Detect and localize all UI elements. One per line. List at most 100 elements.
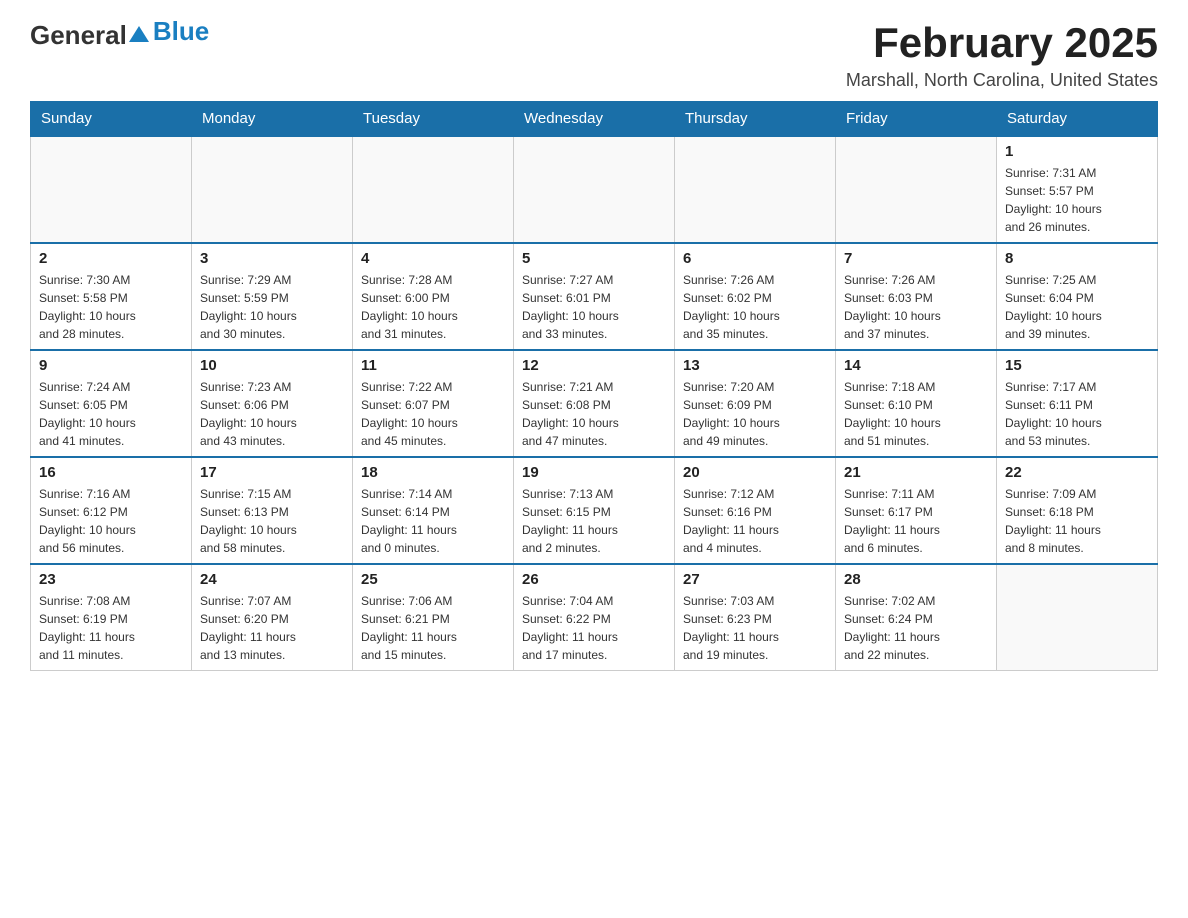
- day-info: Sunrise: 7:27 AM Sunset: 6:01 PM Dayligh…: [522, 271, 666, 343]
- day-info: Sunrise: 7:11 AM Sunset: 6:17 PM Dayligh…: [844, 485, 988, 557]
- calendar-header-row: SundayMondayTuesdayWednesdayThursdayFrid…: [31, 102, 1158, 137]
- day-number: 14: [844, 357, 988, 374]
- title-area: February 2025 Marshall, North Carolina, …: [846, 20, 1158, 91]
- day-info: Sunrise: 7:26 AM Sunset: 6:02 PM Dayligh…: [683, 271, 827, 343]
- day-number: 26: [522, 571, 666, 588]
- day-number: 16: [39, 464, 183, 481]
- calendar-cell: 26 Sunrise: 7:04 AM Sunset: 6:22 PM Dayli…: [514, 564, 675, 671]
- day-number: 10: [200, 357, 344, 374]
- day-number: 17: [200, 464, 344, 481]
- logo: General Blue: [30, 20, 209, 51]
- logo-blue-text: Blue: [153, 16, 209, 47]
- day-number: 7: [844, 250, 988, 267]
- calendar-cell: 5 Sunrise: 7:27 AM Sunset: 6:01 PM Daylig…: [514, 243, 675, 350]
- day-info: Sunrise: 7:18 AM Sunset: 6:10 PM Dayligh…: [844, 378, 988, 450]
- day-number: 23: [39, 571, 183, 588]
- day-info: Sunrise: 7:08 AM Sunset: 6:19 PM Dayligh…: [39, 592, 183, 664]
- day-info: Sunrise: 7:07 AM Sunset: 6:20 PM Dayligh…: [200, 592, 344, 664]
- calendar-cell: 19 Sunrise: 7:13 AM Sunset: 6:15 PM Dayli…: [514, 457, 675, 564]
- day-info: Sunrise: 7:31 AM Sunset: 5:57 PM Dayligh…: [1005, 164, 1149, 236]
- calendar-cell: 2Sunrise: 7:30 AM Sunset: 5:58 PM Daylig…: [31, 243, 192, 350]
- week-row-3: 9Sunrise: 7:24 AM Sunset: 6:05 PM Daylig…: [31, 350, 1158, 457]
- week-row-5: 23 Sunrise: 7:08 AM Sunset: 6:19 PM Dayli…: [31, 564, 1158, 671]
- calendar-cell: 20 Sunrise: 7:12 AM Sunset: 6:16 PM Dayli…: [675, 457, 836, 564]
- calendar-cell: 17Sunrise: 7:15 AM Sunset: 6:13 PM Dayli…: [192, 457, 353, 564]
- calendar-cell: 3 Sunrise: 7:29 AM Sunset: 5:59 PM Daylig…: [192, 243, 353, 350]
- calendar-cell: 25Sunrise: 7:06 AM Sunset: 6:21 PM Dayli…: [353, 564, 514, 671]
- logo-triangle-icon: [129, 24, 149, 44]
- day-info: Sunrise: 7:14 AM Sunset: 6:14 PM Dayligh…: [361, 485, 505, 557]
- calendar-cell: 6 Sunrise: 7:26 AM Sunset: 6:02 PM Daylig…: [675, 243, 836, 350]
- day-header-sunday: Sunday: [31, 102, 192, 137]
- day-number: 13: [683, 357, 827, 374]
- day-info: Sunrise: 7:24 AM Sunset: 6:05 PM Dayligh…: [39, 378, 183, 450]
- calendar-cell: 28Sunrise: 7:02 AM Sunset: 6:24 PM Dayli…: [836, 564, 997, 671]
- calendar-cell: [192, 136, 353, 243]
- day-number: 5: [522, 250, 666, 267]
- calendar-cell: 24 Sunrise: 7:07 AM Sunset: 6:20 PM Dayli…: [192, 564, 353, 671]
- day-info: Sunrise: 7:20 AM Sunset: 6:09 PM Dayligh…: [683, 378, 827, 450]
- day-info: Sunrise: 7:28 AM Sunset: 6:00 PM Dayligh…: [361, 271, 505, 343]
- day-number: 12: [522, 357, 666, 374]
- calendar-cell: 13 Sunrise: 7:20 AM Sunset: 6:09 PM Dayli…: [675, 350, 836, 457]
- calendar-cell: 27 Sunrise: 7:03 AM Sunset: 6:23 PM Dayli…: [675, 564, 836, 671]
- day-number: 11: [361, 357, 505, 374]
- calendar-cell: 11 Sunrise: 7:22 AM Sunset: 6:07 PM Dayli…: [353, 350, 514, 457]
- day-info: Sunrise: 7:29 AM Sunset: 5:59 PM Dayligh…: [200, 271, 344, 343]
- calendar-cell: 15Sunrise: 7:17 AM Sunset: 6:11 PM Dayli…: [997, 350, 1158, 457]
- day-number: 21: [844, 464, 988, 481]
- day-info: Sunrise: 7:26 AM Sunset: 6:03 PM Dayligh…: [844, 271, 988, 343]
- calendar-cell: 12 Sunrise: 7:21 AM Sunset: 6:08 PM Dayli…: [514, 350, 675, 457]
- calendar-cell: [31, 136, 192, 243]
- day-header-monday: Monday: [192, 102, 353, 137]
- calendar-cell: 22 Sunrise: 7:09 AM Sunset: 6:18 PM Dayli…: [997, 457, 1158, 564]
- calendar-cell: [514, 136, 675, 243]
- day-info: Sunrise: 7:17 AM Sunset: 6:11 PM Dayligh…: [1005, 378, 1149, 450]
- day-number: 25: [361, 571, 505, 588]
- calendar-table: SundayMondayTuesdayWednesdayThursdayFrid…: [30, 101, 1158, 671]
- day-header-wednesday: Wednesday: [514, 102, 675, 137]
- day-header-thursday: Thursday: [675, 102, 836, 137]
- day-number: 2: [39, 250, 183, 267]
- day-number: 18: [361, 464, 505, 481]
- week-row-1: 1Sunrise: 7:31 AM Sunset: 5:57 PM Daylig…: [31, 136, 1158, 243]
- month-title: February 2025: [846, 20, 1158, 66]
- day-number: 4: [361, 250, 505, 267]
- calendar-cell: 21 Sunrise: 7:11 AM Sunset: 6:17 PM Dayli…: [836, 457, 997, 564]
- day-number: 24: [200, 571, 344, 588]
- calendar-cell: 23 Sunrise: 7:08 AM Sunset: 6:19 PM Dayli…: [31, 564, 192, 671]
- day-header-friday: Friday: [836, 102, 997, 137]
- logo-general-text: General: [30, 20, 127, 51]
- day-info: Sunrise: 7:16 AM Sunset: 6:12 PM Dayligh…: [39, 485, 183, 557]
- day-info: Sunrise: 7:23 AM Sunset: 6:06 PM Dayligh…: [200, 378, 344, 450]
- calendar-cell: 9Sunrise: 7:24 AM Sunset: 6:05 PM Daylig…: [31, 350, 192, 457]
- day-info: Sunrise: 7:02 AM Sunset: 6:24 PM Dayligh…: [844, 592, 988, 664]
- calendar-cell: 4 Sunrise: 7:28 AM Sunset: 6:00 PM Daylig…: [353, 243, 514, 350]
- day-info: Sunrise: 7:09 AM Sunset: 6:18 PM Dayligh…: [1005, 485, 1149, 557]
- page-header: General Blue February 2025 Marshall, Nor…: [30, 20, 1158, 91]
- day-info: Sunrise: 7:04 AM Sunset: 6:22 PM Dayligh…: [522, 592, 666, 664]
- day-number: 27: [683, 571, 827, 588]
- calendar-cell: 7 Sunrise: 7:26 AM Sunset: 6:03 PM Daylig…: [836, 243, 997, 350]
- calendar-cell: 10 Sunrise: 7:23 AM Sunset: 6:06 PM Dayli…: [192, 350, 353, 457]
- calendar-cell: [997, 564, 1158, 671]
- day-info: Sunrise: 7:13 AM Sunset: 6:15 PM Dayligh…: [522, 485, 666, 557]
- calendar-cell: [675, 136, 836, 243]
- day-info: Sunrise: 7:25 AM Sunset: 6:04 PM Dayligh…: [1005, 271, 1149, 343]
- day-info: Sunrise: 7:03 AM Sunset: 6:23 PM Dayligh…: [683, 592, 827, 664]
- day-header-tuesday: Tuesday: [353, 102, 514, 137]
- day-number: 22: [1005, 464, 1149, 481]
- day-header-saturday: Saturday: [997, 102, 1158, 137]
- day-number: 8: [1005, 250, 1149, 267]
- day-number: 6: [683, 250, 827, 267]
- day-number: 3: [200, 250, 344, 267]
- day-number: 19: [522, 464, 666, 481]
- day-info: Sunrise: 7:21 AM Sunset: 6:08 PM Dayligh…: [522, 378, 666, 450]
- day-number: 20: [683, 464, 827, 481]
- location-title: Marshall, North Carolina, United States: [846, 70, 1158, 91]
- week-row-2: 2Sunrise: 7:30 AM Sunset: 5:58 PM Daylig…: [31, 243, 1158, 350]
- day-info: Sunrise: 7:22 AM Sunset: 6:07 PM Dayligh…: [361, 378, 505, 450]
- day-info: Sunrise: 7:12 AM Sunset: 6:16 PM Dayligh…: [683, 485, 827, 557]
- calendar-cell: 1Sunrise: 7:31 AM Sunset: 5:57 PM Daylig…: [997, 136, 1158, 243]
- calendar-cell: [353, 136, 514, 243]
